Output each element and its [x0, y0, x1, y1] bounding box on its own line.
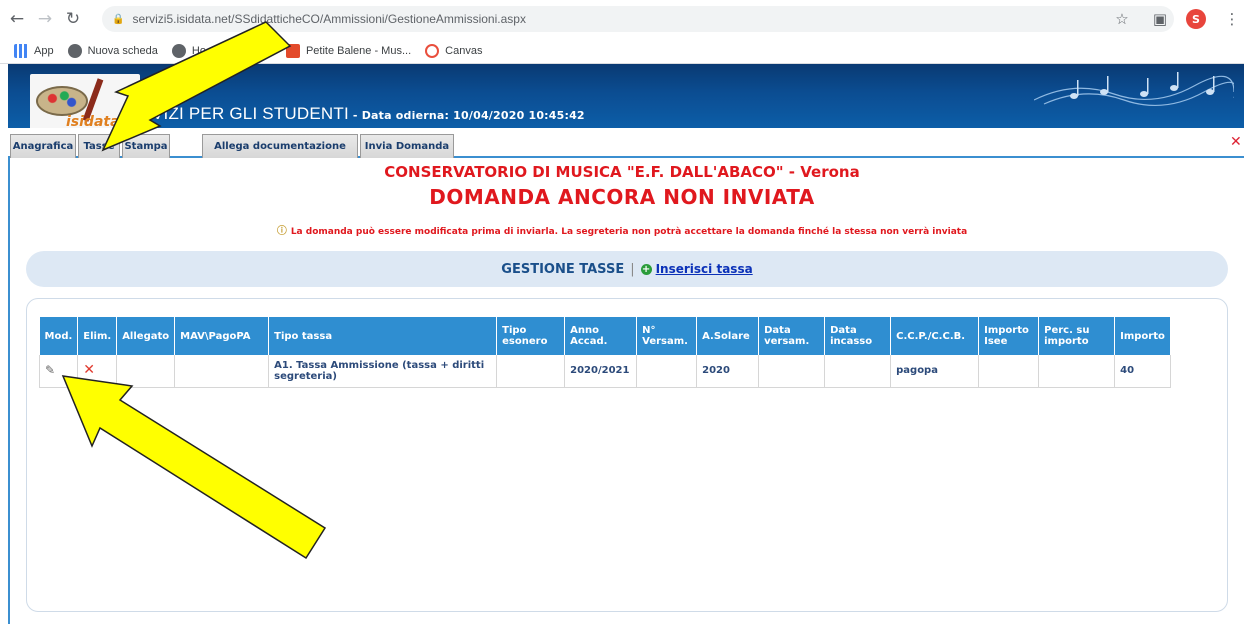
star-icon[interactable]: ☆: [1110, 7, 1134, 31]
school-name: CONSERVATORIO DI MUSICA "E.F. DALL'ABACO…: [384, 163, 860, 181]
notice-text: ⓘ La domanda può essere modificata prima …: [0, 222, 1244, 237]
column-header: Importo Isee: [978, 317, 1040, 355]
column-header: A.Solare: [696, 317, 760, 355]
delete-icon[interactable]: ✕: [83, 362, 95, 378]
account-cell: pagopa: [890, 355, 980, 388]
tab-allega-documentazione[interactable]: Allega documentazione: [202, 134, 358, 158]
back-arrow-icon[interactable]: ←: [6, 8, 28, 30]
info-icon: ⓘ: [276, 226, 287, 237]
globe-icon: [171, 43, 186, 58]
menu-dots-icon[interactable]: ⋮: [1220, 7, 1244, 31]
fees-table: Mod. Elim. Allegato MAV\PagoPA Tipo tass…: [38, 317, 1171, 388]
reload-icon[interactable]: ↻: [62, 8, 84, 30]
exemption-type-cell: [496, 355, 566, 388]
logo-text: isidata: [66, 114, 120, 128]
column-header: Tipo esonero: [496, 317, 566, 355]
current-date: - Data odierna: 10/04/2020 10:45:42: [348, 109, 585, 122]
column-header: MAV\PagoPA: [174, 317, 270, 355]
payment-date-cell: [758, 355, 826, 388]
address-bar[interactable]: 🔒 servizi5.isidata.net/SSdidatticheCO/Am…: [102, 6, 1174, 32]
column-header: Perc. su importo: [1038, 317, 1116, 355]
palette-icon: [36, 86, 88, 116]
tab-anagrafica[interactable]: Anagrafica: [10, 134, 76, 158]
url-text: servizi5.isidata.net/SSdidatticheCO/Ammi…: [132, 12, 526, 26]
bookmarks-bar: App Nuova scheda Ho Petite Balene - Mus.…: [0, 38, 1244, 64]
tab-tasse[interactable]: Tasse: [78, 134, 120, 158]
attachment-cell: [116, 355, 176, 388]
application-status: DOMANDA ANCORA NON INVIATA: [429, 185, 815, 209]
tab-stampa[interactable]: Stampa: [122, 134, 170, 158]
page-title: VIZI PER GLI STUDENTI - Data odierna: 10…: [152, 104, 585, 124]
column-header: N° Versam.: [636, 317, 698, 355]
profile-avatar[interactable]: S: [1186, 9, 1206, 29]
delete-cell: ✕: [77, 355, 118, 388]
bookmark-ho[interactable]: Ho: [171, 43, 206, 58]
tab-bar: Anagrafica Tasse Stampa Allega documenta…: [8, 128, 1244, 158]
close-icon[interactable]: ✕: [1230, 134, 1244, 156]
column-header: Tipo tassa: [268, 317, 498, 355]
bookmark-apps[interactable]: App: [14, 43, 54, 58]
bookmark-canvas[interactable]: Canvas: [425, 43, 482, 58]
table-header-row: Mod. Elim. Allegato MAV\PagoPA Tipo tass…: [39, 317, 1171, 355]
solar-year-cell: 2020: [696, 355, 760, 388]
column-header: Data versam.: [758, 317, 826, 355]
collection-date-cell: [824, 355, 892, 388]
fee-type-cell: A1. Tassa Ammissione (tassa + diritti se…: [268, 355, 498, 388]
extension-icon[interactable]: ▣: [1148, 7, 1172, 31]
fees-table-panel: Mod. Elim. Allegato MAV\PagoPA Tipo tass…: [26, 298, 1228, 612]
academic-year-cell: 2020/2021: [564, 355, 638, 388]
site-logo: isidata: [30, 74, 140, 128]
forward-arrow-icon[interactable]: →: [34, 8, 56, 30]
fees-management-title: GESTIONE TASSE: [501, 261, 625, 277]
music-icon: [285, 43, 300, 58]
column-header: Mod.: [39, 317, 79, 355]
column-header: Elim.: [77, 317, 118, 355]
apps-grid-icon: [14, 43, 28, 58]
percentage-cell: [1038, 355, 1116, 388]
edit-cell: ✎: [38, 355, 79, 388]
amount-cell: 40: [1114, 355, 1171, 388]
music-notes-icon: [1034, 72, 1234, 107]
fees-management-bar: GESTIONE TASSE | + Inserisci tassa: [26, 251, 1228, 287]
bookmark-nuova-scheda[interactable]: Nuova scheda: [67, 43, 158, 58]
column-header: C.C.P./C.C.B.: [890, 317, 980, 355]
table-row: ✎ ✕ A1. Tassa Ammissione (tassa + diritt…: [38, 355, 1171, 388]
title-text: VIZI PER GLI STUDENTI: [152, 104, 349, 123]
edit-icon[interactable]: ✎: [45, 363, 55, 377]
browser-toolbar: ← → ↻ 🔒 servizi5.isidata.net/SSdidattich…: [0, 0, 1244, 38]
separator: |: [630, 261, 635, 277]
add-fee-link[interactable]: Inserisci tassa: [656, 262, 753, 276]
canvas-icon: [425, 43, 440, 58]
bookmark-petite-balene[interactable]: Petite Balene - Mus...: [285, 43, 411, 58]
mav-pagopa-cell: [174, 355, 270, 388]
column-header: Data incasso: [824, 317, 892, 355]
payment-number-cell: [636, 355, 698, 388]
notice-message: La domanda può essere modificata prima d…: [290, 227, 968, 237]
column-header: Allegato: [116, 317, 176, 355]
site-header: isidata VIZI PER GLI STUDENTI - Data odi…: [8, 64, 1244, 128]
lock-icon: 🔒: [112, 13, 125, 25]
add-icon[interactable]: +: [640, 263, 652, 275]
column-header: Anno Accad.: [564, 317, 638, 355]
isee-amount-cell: [978, 355, 1040, 388]
tab-invia-domanda[interactable]: Invia Domanda: [360, 134, 454, 158]
column-header: Importo: [1114, 317, 1171, 355]
globe-icon: [67, 43, 82, 58]
